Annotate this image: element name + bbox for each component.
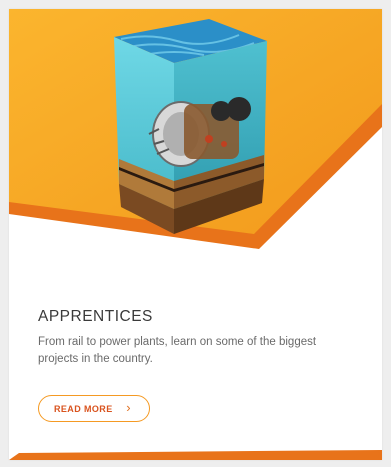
apprentices-card[interactable]: APPRENTICES From rail to power plants, l… (9, 9, 382, 460)
cube-illustration (114, 19, 267, 234)
hero-banner (9, 9, 382, 259)
chevron-right-icon: › (126, 400, 131, 415)
card-description: From rail to power plants, learn on some… (38, 336, 317, 365)
read-more-label: READ MORE (54, 403, 113, 414)
read-more-button[interactable]: READ MORE › (38, 395, 150, 422)
card-title: APPRENTICES (38, 308, 153, 325)
bottom-accent-bar (9, 450, 382, 460)
